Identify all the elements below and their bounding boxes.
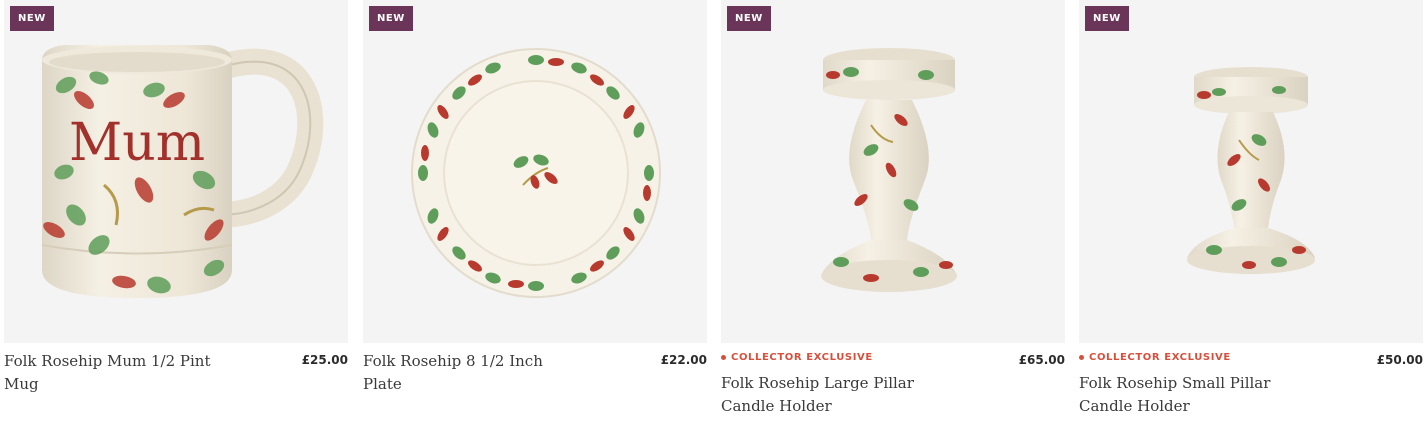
product-price: £25.00 <box>301 353 348 367</box>
small-candle-holder-image <box>1187 67 1315 274</box>
product-card[interactable]: NEW <box>4 0 348 433</box>
product-title[interactable]: Folk Rosehip Mum 1/2 Pint Mug <box>4 350 214 396</box>
collector-exclusive-label: COLLECTOR EXCLUSIVE <box>1089 352 1231 363</box>
mug-image: Mum <box>41 45 324 298</box>
new-badge: NEW <box>369 6 413 31</box>
product-card[interactable]: NEW <box>363 0 707 433</box>
product-title[interactable]: Folk Rosehip Large Pillar Candle Holder <box>721 372 921 418</box>
product-price: £50.00 <box>1376 353 1423 367</box>
collector-exclusive-label: COLLECTOR EXCLUSIVE <box>731 352 873 363</box>
plate-image <box>411 48 661 298</box>
exclusive-dot <box>721 355 726 360</box>
new-badge: NEW <box>727 6 771 31</box>
product-card[interactable]: NEW COLLECTOR EXC <box>721 0 1065 433</box>
product-card[interactable]: NEW COLLECTOR EXC <box>1079 0 1423 433</box>
product-title[interactable]: Folk Rosehip 8 1/2 Inch Plate <box>363 350 573 396</box>
product-image[interactable]: NEW <box>1079 0 1423 343</box>
mug-word: Mum <box>69 113 205 173</box>
collector-exclusive-tag: COLLECTOR EXCLUSIVE <box>1079 352 1231 363</box>
product-image[interactable]: NEW <box>721 0 1065 343</box>
new-badge: NEW <box>10 6 54 31</box>
large-candle-holder-image <box>821 48 957 292</box>
product-image[interactable]: NEW <box>4 0 348 343</box>
new-badge: NEW <box>1085 6 1129 31</box>
collector-exclusive-tag: COLLECTOR EXCLUSIVE <box>721 352 873 363</box>
exclusive-dot <box>1079 355 1084 360</box>
product-price: £65.00 <box>1018 353 1065 367</box>
product-price: £22.00 <box>660 353 707 367</box>
product-image[interactable]: NEW <box>363 0 707 343</box>
product-title[interactable]: Folk Rosehip Small Pillar Candle Holder <box>1079 372 1279 418</box>
